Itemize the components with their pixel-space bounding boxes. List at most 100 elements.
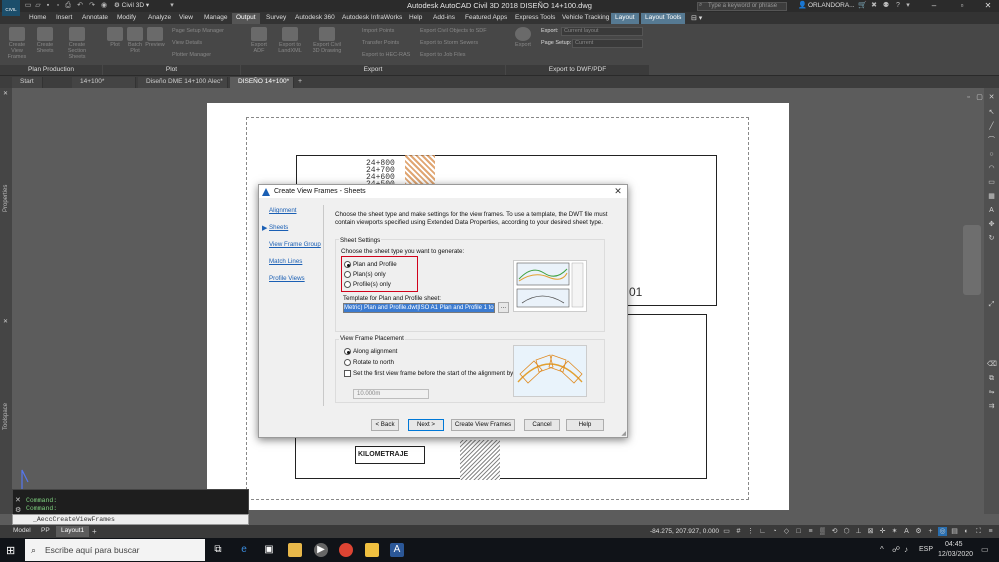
tool-mirror-icon[interactable]: ⇋	[987, 388, 996, 397]
tool-copy-icon[interactable]: ⧉	[987, 374, 996, 383]
save-as-icon[interactable]: ▫	[54, 2, 62, 10]
redo-icon[interactable]: ↷	[88, 2, 96, 10]
isodraft-icon[interactable]: ◇	[782, 527, 791, 536]
back-button[interactable]: < Back	[371, 419, 399, 431]
folder-icon[interactable]	[365, 543, 379, 557]
properties-palette-tab[interactable]: Properties	[3, 185, 9, 212]
radio-profiles-only-label[interactable]: Profile(s) only	[353, 281, 391, 288]
lineweight-icon[interactable]: ≡	[806, 527, 815, 536]
new-icon[interactable]: ▭	[24, 2, 32, 10]
radio-profiles-only[interactable]	[344, 281, 351, 288]
user-name[interactable]: ORLANDORA...	[808, 2, 855, 9]
share-icon[interactable]: ◉	[100, 2, 108, 10]
search-icon[interactable]: ⌕	[699, 2, 702, 9]
view-details-button[interactable]: View Details	[172, 40, 202, 46]
help-dropdown-icon[interactable]: ▾	[904, 2, 912, 10]
doc-tab-diseno-dme[interactable]: Diseño DME 14+100 Alec*	[138, 77, 228, 88]
edge-icon[interactable]: e	[237, 543, 251, 557]
toolspace-palette-tab[interactable]: Toolspace	[3, 403, 9, 430]
app-menu-button[interactable]: CIVIL	[2, 0, 20, 16]
tab-output[interactable]: Output	[232, 13, 260, 24]
nav-sheets[interactable]: Sheets	[269, 224, 288, 231]
nav-profile-views[interactable]: Profile Views	[269, 275, 305, 282]
cart-icon[interactable]: 🛒	[858, 2, 867, 10]
taskbar-search-input[interactable]: Escribe aquí para buscar	[25, 539, 205, 561]
dynamic-ucs-icon[interactable]: ⊥	[854, 527, 863, 536]
selection-cycling-icon[interactable]: ⟲	[830, 527, 839, 536]
network-icon[interactable]: ☍	[892, 545, 900, 554]
tool-move-icon[interactable]: ✥	[987, 220, 996, 229]
search-input[interactable]: Type a keyword or phrase	[697, 2, 787, 11]
tab-manage[interactable]: Manage	[200, 13, 232, 24]
steering-wheel-bar[interactable]	[963, 225, 981, 295]
tab-insert[interactable]: Insert	[52, 13, 76, 24]
tool-arc-icon[interactable]: ◠	[987, 164, 996, 173]
gizmo-icon[interactable]: ✛	[878, 527, 887, 536]
maximize-button[interactable]: ▫	[953, 0, 971, 12]
radio-rotate-north[interactable]	[344, 359, 351, 366]
nav-match-lines[interactable]: Match Lines	[269, 258, 302, 265]
export-job-files-button[interactable]: Export to Job Files	[420, 52, 466, 58]
nav-alignment[interactable]: Alignment	[269, 207, 297, 214]
page-setup-manager-button[interactable]: Page Setup Manager	[172, 28, 224, 34]
quick-properties-icon[interactable]: ▤	[950, 527, 959, 536]
tool-polyline-icon[interactable]: ⌒	[987, 136, 996, 145]
radio-along-alignment[interactable]	[344, 348, 351, 355]
ribbon-minimize-icon[interactable]: ⊟ ▾	[691, 14, 702, 22]
dwf-export-button[interactable]: Export	[511, 27, 535, 53]
isolate-objects-icon[interactable]: ◐	[962, 527, 971, 536]
tab-express-tools[interactable]: Express Tools	[511, 13, 559, 24]
help-button[interactable]: Help	[566, 419, 604, 431]
new-tab-icon[interactable]: +	[298, 78, 302, 85]
export-landxml-button[interactable]: Export to LandXML	[276, 27, 304, 54]
user-icon[interactable]: ⚉	[882, 2, 890, 10]
create-view-frames-button[interactable]: Create View Frames	[451, 419, 515, 431]
export-civil-objects-sdf-button[interactable]: Export Civil Objects to SDF	[420, 28, 487, 34]
tab-modify[interactable]: Modify	[113, 13, 140, 24]
autoscale-icon[interactable]: A	[902, 527, 911, 536]
radio-rotate-north-label[interactable]: Rotate to north	[353, 359, 394, 366]
tab-vehicle-tracking[interactable]: Vehicle Tracking	[558, 13, 613, 24]
tool-offset-icon[interactable]: ⇉	[987, 402, 996, 411]
radio-plans-only-label[interactable]: Plan(s) only	[353, 271, 386, 278]
doc-tab-start[interactable]: Start	[12, 77, 43, 88]
volume-icon[interactable]: ♪	[904, 545, 908, 554]
units-icon[interactable]: ◎	[938, 527, 947, 536]
tab-autodesk-infraworks[interactable]: Autodesk InfraWorks	[338, 13, 406, 24]
radio-plans-only[interactable]	[344, 271, 351, 278]
polar-icon[interactable]: ◔	[770, 527, 779, 536]
tab-help[interactable]: Help	[405, 13, 426, 24]
tab-survey[interactable]: Survey	[262, 13, 290, 24]
restore-icon[interactable]: ▫	[964, 93, 973, 102]
export-storm-sewers-button[interactable]: Export to Storm Sewers	[420, 40, 478, 46]
annotation-monitor-icon[interactable]: +	[926, 527, 935, 536]
workspace-switch-icon[interactable]: ⚙	[914, 527, 923, 536]
tool-line-icon[interactable]: ╱	[987, 122, 996, 131]
layout-tab-layout1[interactable]: Layout1	[56, 526, 90, 537]
first-frame-checkbox-label[interactable]: Set the first view frame before the star…	[353, 370, 515, 377]
radio-along-alignment-label[interactable]: Along alignment	[353, 348, 397, 355]
tool-arrow-icon[interactable]: ↖	[987, 108, 996, 117]
tab-add-ins[interactable]: Add-ins	[429, 13, 459, 24]
tool-text-icon[interactable]: A	[987, 206, 996, 215]
template-browse-button[interactable]: ...	[498, 302, 509, 313]
tool-rotate-icon[interactable]: ↻	[987, 234, 996, 243]
tool-rect-icon[interactable]: ▭	[987, 178, 996, 187]
media-icon[interactable]: ▶	[314, 543, 328, 557]
export-dropdown[interactable]: Current layout	[561, 27, 643, 36]
snap-icon[interactable]: ⋮	[746, 527, 755, 536]
command-input[interactable]: _AeccCreateViewFrames	[12, 514, 249, 525]
clean-screen-icon[interactable]: ⛶	[974, 527, 983, 536]
tab-annotate[interactable]: Annotate	[78, 13, 112, 24]
word-icon[interactable]: A	[390, 543, 404, 557]
tab-view[interactable]: View	[175, 13, 197, 24]
dialog-close-icon[interactable]: ✕	[612, 185, 624, 198]
undo-icon[interactable]: ↶	[76, 2, 84, 10]
paper-space-icon[interactable]: ▭	[722, 527, 731, 536]
tool-hatch-icon[interactable]: ▦	[987, 192, 996, 201]
exchange-icon[interactable]: ✖	[870, 2, 878, 10]
chrome-icon[interactable]	[339, 543, 353, 557]
tab-featured-apps[interactable]: Featured Apps	[461, 13, 511, 24]
close-drawing-icon[interactable]: ✕	[987, 93, 996, 102]
first-frame-checkbox[interactable]	[344, 370, 351, 377]
